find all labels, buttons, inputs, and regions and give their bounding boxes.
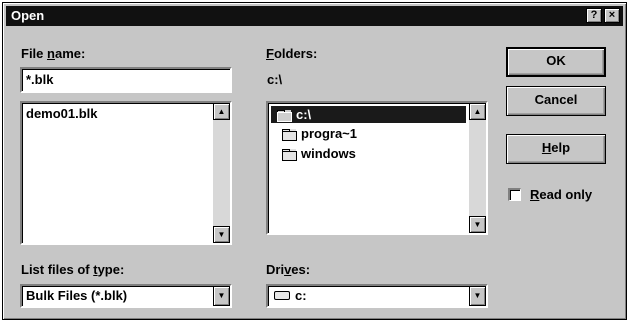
folder-tree-scrollbar[interactable]: ▲ ▼ [469, 103, 486, 233]
folder-icon [282, 129, 297, 141]
folder-icon [282, 149, 297, 161]
folder-item-progra1[interactable]: progra~1 [282, 126, 357, 141]
drives-label-post: es: [291, 262, 311, 277]
cancel-button[interactable]: Cancel [506, 86, 606, 116]
drives-label-pre: Dri [266, 262, 285, 277]
read-only-label[interactable]: Read only [530, 187, 592, 202]
file-type-value: Bulk Files (*.blk) [26, 288, 128, 303]
help-button-label: elp [551, 140, 571, 155]
open-folder-icon [277, 110, 292, 122]
drives-value: c: [295, 288, 307, 303]
folder-item-label: progra~1 [301, 126, 357, 141]
file-list[interactable]: demo01.blk ▲ ▼ [20, 101, 232, 245]
folder-item-label: windows [301, 146, 356, 161]
scroll-down-icon[interactable]: ▼ [469, 216, 486, 233]
dialog-title: Open [11, 8, 45, 23]
file-list-item[interactable]: demo01.blk [26, 106, 98, 121]
file-type-label-post: ype: [97, 262, 125, 277]
file-name-label-post: ame: [54, 46, 86, 61]
title-bar[interactable]: Open ? × [6, 6, 623, 26]
help-button[interactable]: Help [506, 134, 606, 164]
folder-item-label: c:\ [296, 107, 312, 122]
chevron-down-icon[interactable]: ▼ [213, 286, 230, 306]
drive-icon [274, 291, 290, 300]
drives-label: Drives: [266, 262, 310, 277]
file-type-select[interactable]: Bulk Files (*.blk) ▼ [20, 284, 232, 308]
read-only-checkbox[interactable] [508, 188, 521, 201]
help-button-accel: H [541, 140, 552, 155]
file-name-label-pre: File [21, 46, 48, 61]
help-title-button[interactable]: ? [586, 8, 602, 23]
folder-item-root[interactable]: c:\ [271, 106, 466, 123]
folders-label-accel: F [266, 46, 274, 61]
file-type-label-pre: List files of [21, 262, 94, 277]
close-title-button[interactable]: × [604, 8, 620, 23]
chevron-down-icon[interactable]: ▼ [469, 286, 486, 306]
file-name-label-accel: n [47, 46, 55, 61]
file-list-scrollbar[interactable]: ▲ ▼ [213, 103, 230, 243]
current-folder-path: c:\ [267, 72, 283, 87]
folder-item-windows[interactable]: windows [282, 146, 356, 161]
folders-label-post: olders: [273, 46, 318, 61]
read-only-label-accel: R [530, 187, 540, 202]
folders-label: Folders: [266, 46, 317, 61]
drives-select[interactable]: c: ▼ [266, 284, 488, 308]
ok-button[interactable]: OK [506, 47, 606, 77]
folder-tree[interactable]: c:\ progra~1 windows ▲ ▼ [266, 101, 488, 235]
scroll-up-icon[interactable]: ▲ [469, 103, 486, 120]
file-name-label: File name: [21, 46, 85, 61]
open-dialog: Open ? × File name: *.blk demo01.blk ▲ ▼… [2, 2, 627, 320]
scroll-down-icon[interactable]: ▼ [213, 226, 230, 243]
file-name-value: *.blk [26, 72, 54, 87]
file-type-label: List files of type: [21, 262, 124, 277]
scroll-up-icon[interactable]: ▲ [213, 103, 230, 120]
file-name-input[interactable]: *.blk [20, 67, 232, 93]
read-only-label-post: ead only [539, 187, 593, 202]
